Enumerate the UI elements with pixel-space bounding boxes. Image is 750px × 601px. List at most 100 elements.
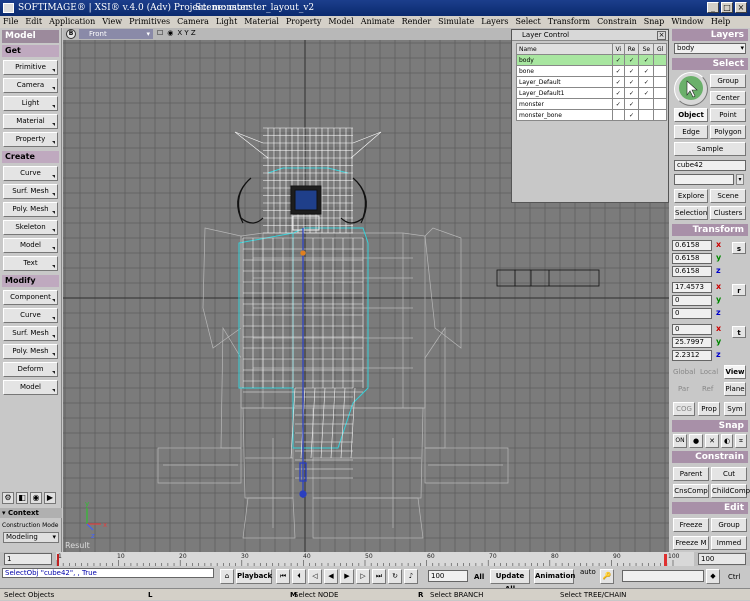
layer-row[interactable]: monster ✓ ✓ [516, 98, 667, 110]
select-tool-button[interactable] [674, 72, 708, 106]
menu-light[interactable]: Light [216, 16, 237, 28]
select-group-button[interactable]: Group [710, 74, 746, 88]
col-render[interactable]: Re [623, 43, 640, 55]
layer-row[interactable]: monster_bone ✓ [516, 109, 667, 121]
toolbar-title[interactable]: Model [2, 30, 59, 43]
layers-header[interactable]: Layers [672, 29, 748, 41]
create-poly-mesh-button[interactable]: Poly. Mesh [3, 202, 58, 217]
get-property-button[interactable]: Property [3, 132, 58, 147]
modify-poly-mesh-button[interactable]: Poly. Mesh [3, 344, 58, 359]
layer-row[interactable]: Layer_Default1 ✓ ✓ ✓ [516, 87, 667, 99]
context-header[interactable]: ▾ Context [0, 508, 62, 518]
create-curve-button[interactable]: Curve [3, 166, 58, 181]
create-model-button[interactable]: Model [3, 238, 58, 253]
view-axes[interactable]: X Y Z [177, 29, 195, 37]
freeze-button[interactable]: Freeze [673, 518, 709, 532]
play-forward-icon[interactable]: ▶ [340, 569, 354, 584]
snap-header[interactable]: Snap [672, 420, 748, 432]
loop-icon[interactable]: ↻ [388, 569, 402, 584]
local-toggle[interactable]: Local [700, 368, 718, 376]
snap-point-icon[interactable]: ✕ [705, 434, 719, 448]
freeze-m-button[interactable]: Freeze M [673, 536, 709, 550]
rotate-y-field[interactable]: 0 [672, 295, 712, 306]
modify-deform-button[interactable]: Deform [3, 362, 58, 377]
create-text-button[interactable]: Text [3, 256, 58, 271]
menu-application[interactable]: Application [49, 16, 95, 28]
current-frame-field[interactable]: 100 [428, 570, 468, 582]
translate-z-field[interactable]: 2.2312 [672, 350, 712, 361]
script-editor-icon[interactable]: ⌂ [220, 569, 234, 584]
menu-constrain[interactable]: Constrain [597, 16, 637, 28]
create-surf-mesh-button[interactable]: Surf. Mesh [3, 184, 58, 199]
key-slider[interactable] [622, 570, 704, 582]
menu-simulate[interactable]: Simulate [438, 16, 474, 28]
viewport-letter-badge[interactable]: B [66, 29, 76, 39]
group-button[interactable]: Group [711, 518, 747, 532]
selection-filter-field[interactable] [674, 174, 734, 185]
col-visible[interactable]: Vi [612, 43, 625, 55]
menu-help[interactable]: Help [711, 16, 730, 28]
snap-curve-icon[interactable]: ◐ [721, 434, 733, 448]
key-lock-icon[interactable]: ◆ [706, 569, 720, 584]
scale-button[interactable]: s [732, 242, 746, 254]
menu-primitives[interactable]: Primitives [129, 16, 170, 28]
menu-edit[interactable]: Edit [25, 16, 42, 28]
explore-button[interactable]: Explore [674, 189, 708, 203]
get-material-button[interactable]: Material [3, 114, 58, 129]
clusters-button[interactable]: Clusters [710, 206, 746, 220]
col-select[interactable]: Se [638, 43, 655, 55]
timeline-ruler[interactable]: 1 10 20 30 40 50 60 70 80 90 100 [56, 552, 694, 566]
scale-x-field[interactable]: 0.6158 [672, 240, 712, 251]
menu-window[interactable]: Window [671, 16, 704, 28]
render-icon[interactable]: ◉ [30, 492, 42, 504]
cnscomp-button[interactable]: CnsComp [673, 484, 709, 498]
ref-toggle[interactable]: Ref [702, 385, 713, 393]
prev-frame-icon[interactable]: ◁ [308, 569, 322, 584]
menu-snap[interactable]: Snap [644, 16, 665, 28]
ctrl-label[interactable]: Ctrl [728, 573, 740, 581]
cut-button[interactable]: Cut [711, 467, 747, 481]
get-light-button[interactable]: Light [3, 96, 58, 111]
chevron-down-icon[interactable]: ▾ [736, 174, 744, 185]
par-toggle[interactable]: Par [678, 385, 689, 393]
layer-row[interactable]: Layer_Default ✓ ✓ ✓ [516, 76, 667, 88]
childcomp-button[interactable]: ChildComp [711, 484, 750, 498]
menu-view[interactable]: View [102, 16, 122, 28]
plane-toggle[interactable]: Plane [724, 382, 746, 396]
snap-grid-icon[interactable]: ● [689, 434, 703, 448]
first-frame-icon[interactable]: ⏮ [276, 569, 290, 584]
selected-object-field[interactable]: cube42 [674, 160, 746, 171]
timeline[interactable]: 1 1 10 20 30 40 50 60 70 80 90 100 100 [0, 552, 750, 566]
rotate-x-field[interactable]: 17.4573 [672, 282, 712, 293]
construction-mode-select[interactable]: Modeling ▾ [3, 532, 59, 543]
last-frame-icon[interactable]: ⏭ [372, 569, 386, 584]
constrain-header[interactable]: Constrain [672, 451, 748, 463]
translate-y-field[interactable]: 25.7997 [672, 337, 712, 348]
toggle-icon[interactable]: ☐ [157, 29, 163, 37]
menu-select[interactable]: Select [515, 16, 540, 28]
selection-button[interactable]: Selection [674, 206, 708, 220]
scale-y-field[interactable]: 0.6158 [672, 253, 712, 264]
minimize-button[interactable]: _ [707, 2, 719, 13]
menu-layers[interactable]: Layers [481, 16, 508, 28]
modify-model-button[interactable]: Model [3, 380, 58, 395]
layer-row[interactable]: bone ✓ ✓ ✓ [516, 65, 667, 77]
create-skeleton-button[interactable]: Skeleton [3, 220, 58, 235]
prev-key-icon[interactable]: ⏴ [292, 569, 306, 584]
col-ghost[interactable]: Gl [653, 43, 667, 55]
menu-material[interactable]: Material [244, 16, 279, 28]
all-label[interactable]: All [474, 573, 484, 581]
prop-toggle[interactable]: Prop [698, 402, 720, 416]
rotate-button[interactable]: r [732, 284, 746, 296]
rotate-z-field[interactable]: 0 [672, 308, 712, 319]
menu-camera[interactable]: Camera [177, 16, 209, 28]
script-command-line[interactable]: SelectObj "cube42", , True [2, 568, 214, 578]
get-camera-button[interactable]: Camera [3, 78, 58, 93]
scale-z-field[interactable]: 0.6158 [672, 266, 712, 277]
view-toggle[interactable]: View [724, 365, 746, 379]
playback-button[interactable]: Playback [236, 569, 272, 584]
select-object-button[interactable]: Object [674, 108, 708, 122]
play-backward-icon[interactable]: ◀ [324, 569, 338, 584]
transform-icon[interactable]: ⚙ [2, 492, 14, 504]
modify-curve-button[interactable]: Curve [3, 308, 58, 323]
